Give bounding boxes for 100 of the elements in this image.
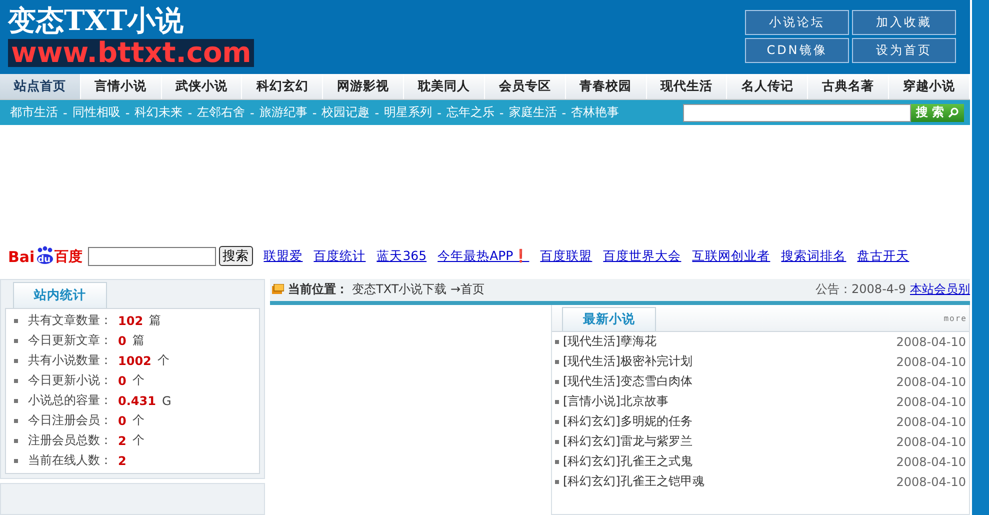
bullet-icon	[14, 318, 18, 323]
novel-link[interactable]: [科幻玄幻]孔雀王之式鬼	[563, 453, 894, 470]
bullet-icon	[555, 420, 559, 424]
stat-unit: 篇	[132, 332, 144, 350]
ad-link[interactable]: 今年最热APP❗	[438, 248, 530, 265]
date-text: 2008-04-10	[896, 434, 966, 449]
stat-unit: 个	[132, 372, 144, 390]
nav-tab[interactable]: 会员专区	[484, 74, 566, 100]
novel-link[interactable]: [科幻玄幻]孔雀王之铠甲魂	[563, 473, 894, 490]
novel-link[interactable]: [科幻玄幻]雷龙与紫罗兰	[563, 433, 894, 450]
baidu-logo: Bai du 百度	[8, 246, 83, 266]
date-text: 2008-04-10	[896, 394, 966, 409]
ad-link[interactable]: 互联网创业者	[692, 248, 770, 265]
baidu-search-field[interactable]	[88, 246, 216, 266]
bullet-icon	[14, 438, 18, 443]
nav-tab[interactable]: 名人传记	[727, 74, 808, 100]
bullet-icon	[555, 400, 559, 404]
nav-tab[interactable]: 青春校园	[566, 74, 647, 100]
stat-label: 注册会员总数：	[28, 432, 112, 450]
logo-title: 变态TXT小说	[8, 6, 184, 35]
date-text: 2008-04-10	[896, 354, 966, 369]
stat-label: 今日更新小说：	[28, 372, 112, 390]
novel-link[interactable]: [言情小说]北京故事	[563, 393, 894, 410]
stat-value: 0.431	[118, 394, 156, 408]
ad-link[interactable]: 盘古开天	[857, 248, 910, 265]
stat-unit: 个	[157, 352, 170, 370]
date-text: 2008-04-10	[896, 474, 966, 489]
search-field[interactable]	[682, 104, 911, 122]
nav-tab[interactable]: 古典名著	[808, 74, 890, 100]
ad-link[interactable]: 蓝天365	[376, 248, 427, 265]
notice-link[interactable]: 本站会员别	[910, 281, 970, 298]
bullet-icon	[14, 378, 18, 383]
stat-unit: 个	[132, 432, 144, 450]
header-link-button[interactable]: 加入收藏	[852, 10, 956, 36]
ad-link[interactable]: 搜索词排名	[781, 248, 846, 265]
bullet-icon	[555, 340, 559, 344]
nav-tab[interactable]: 言情小说	[80, 74, 162, 100]
stat-value: 2	[118, 434, 126, 448]
breadcrumb-label: 当前位置：	[288, 281, 348, 298]
stat-label: 今日更新文章：	[28, 332, 112, 350]
separator-text: -	[499, 106, 504, 120]
stat-label: 共有文章数量：	[28, 312, 112, 330]
stat-value: 0	[118, 374, 126, 388]
separator-text: -	[250, 106, 254, 120]
ad-link[interactable]: 联盟爱	[264, 248, 303, 265]
separator-text: -	[374, 106, 380, 120]
stat-value: 2	[118, 454, 126, 468]
nav-tab[interactable]: 武侠小说	[162, 74, 242, 100]
novel-link[interactable]: [现代生活]极密补完计划	[563, 353, 894, 370]
nav-tab[interactable]: 穿越小说	[889, 74, 970, 100]
search-icon	[948, 107, 959, 118]
separator-text: -	[562, 106, 566, 120]
notice-date: 公告：2008-4-9	[816, 281, 906, 298]
stat-label: 今日注册会员：	[28, 412, 112, 430]
bullet-icon	[14, 338, 18, 343]
ad-link[interactable]: 百度联盟	[540, 248, 592, 265]
header-link-button[interactable]: 小说论坛	[745, 10, 849, 36]
nav-tab[interactable]: 站点首页	[0, 74, 81, 100]
bullet-icon	[555, 480, 559, 484]
stat-value: 102	[118, 314, 144, 328]
stat-label: 小说总的容量：	[28, 392, 112, 410]
stat-label: 共有小说数量：	[28, 352, 112, 370]
date-text: 2008-04-10	[896, 414, 966, 429]
header-link-button[interactable]: CDN镜像	[745, 38, 849, 64]
date-text: 2008-04-10	[896, 454, 966, 469]
bullet-icon	[555, 380, 559, 384]
stat-label: 当前在线人数：	[28, 452, 112, 470]
ad-link[interactable]: 百度世界大会	[603, 248, 682, 265]
bullet-icon	[14, 398, 18, 403]
logo-url: www.bttxt.com	[8, 38, 254, 67]
novel-link[interactable]: [现代生活]变态雪白肉体	[563, 373, 894, 390]
nav-tab[interactable]: 网游影视	[323, 74, 404, 100]
separator-text: -	[63, 106, 68, 120]
stat-unit: G	[162, 394, 172, 408]
bullet-icon	[555, 440, 559, 444]
stat-unit: 篇	[149, 312, 162, 330]
nav-tab[interactable]: 现代生活	[646, 74, 728, 100]
more-link[interactable]: more	[944, 314, 967, 323]
novel-link[interactable]: [科幻玄幻]多明妮的任务	[563, 413, 894, 430]
bullet-icon	[555, 360, 559, 364]
stat-value: 0	[118, 414, 126, 428]
bullet-icon	[14, 358, 18, 363]
separator-text: -	[125, 106, 130, 120]
nav-tab[interactable]: 耽美同人	[404, 74, 485, 100]
stat-value: 1002	[118, 354, 152, 368]
bullet-icon	[555, 460, 559, 464]
novel-link[interactable]: [现代生活]孽海花	[563, 333, 894, 350]
nav-tab[interactable]: 科幻玄幻	[242, 74, 324, 100]
header-link-button[interactable]: 设为首页	[852, 38, 956, 64]
location-icon	[272, 284, 284, 296]
stat-value: 0	[118, 334, 126, 348]
separator-text: -	[437, 106, 442, 120]
separator-text: -	[188, 106, 192, 120]
ad-link[interactable]: 百度统计	[314, 248, 366, 265]
bullet-icon	[14, 458, 18, 463]
breadcrumb-path: 变态TXT小说下载 →首页	[352, 281, 485, 298]
baidu-search-button[interactable]: 搜索	[218, 246, 253, 266]
date-text: 2008-04-10	[896, 374, 966, 389]
date-text: 2008-04-10	[896, 334, 966, 349]
stat-unit: 个	[132, 412, 144, 430]
